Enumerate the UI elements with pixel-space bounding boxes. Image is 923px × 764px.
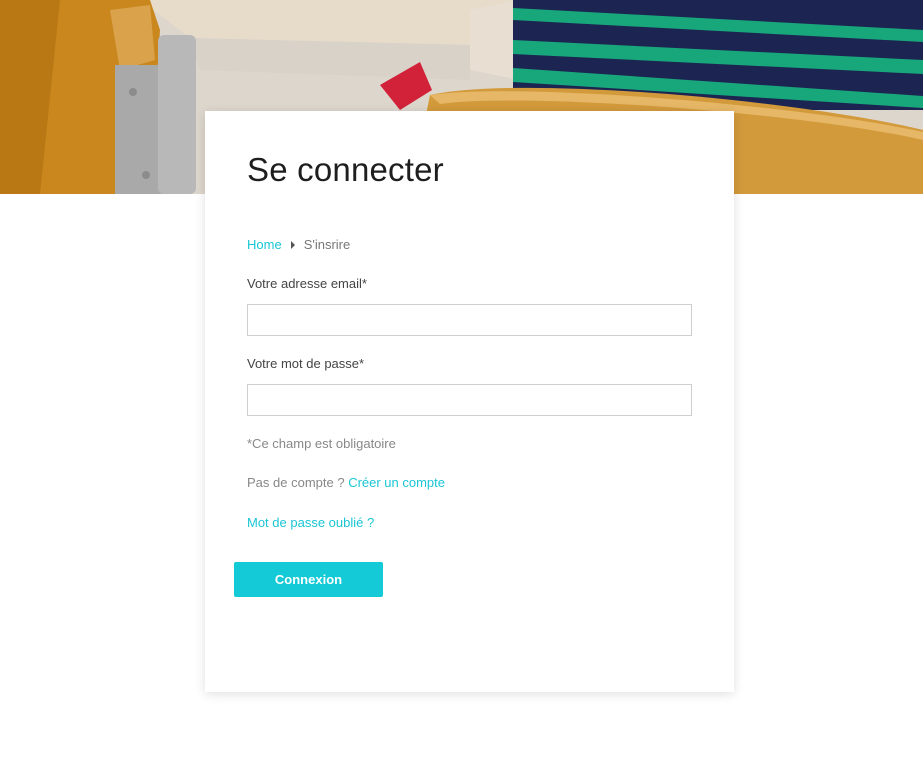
forgot-password-link[interactable]: Mot de passe oublié ? — [247, 515, 374, 530]
chevron-right-icon — [290, 240, 295, 249]
login-button[interactable]: Connexion — [234, 562, 383, 597]
create-account-link[interactable]: Créer un compte — [348, 475, 445, 490]
email-label: Votre adresse email* — [247, 276, 367, 291]
password-field[interactable] — [247, 384, 692, 416]
page-title: Se connecter — [247, 151, 444, 188]
required-note: *Ce champ est obligatoire — [247, 436, 396, 451]
no-account-text: Pas de compte ? — [247, 475, 345, 490]
login-card: Se connecter Home S'insrire Votre adress… — [205, 111, 734, 692]
email-field[interactable] — [247, 304, 692, 336]
breadcrumb: Home S'insrire — [247, 237, 350, 252]
no-account-line: Pas de compte ? Créer un compte — [247, 475, 445, 490]
forgot-password-line: Mot de passe oublié ? — [247, 515, 374, 530]
breadcrumb-current: S'insrire — [303, 237, 351, 252]
password-label: Votre mot de passe* — [247, 356, 365, 371]
breadcrumb-home-link[interactable]: Home — [247, 237, 282, 252]
